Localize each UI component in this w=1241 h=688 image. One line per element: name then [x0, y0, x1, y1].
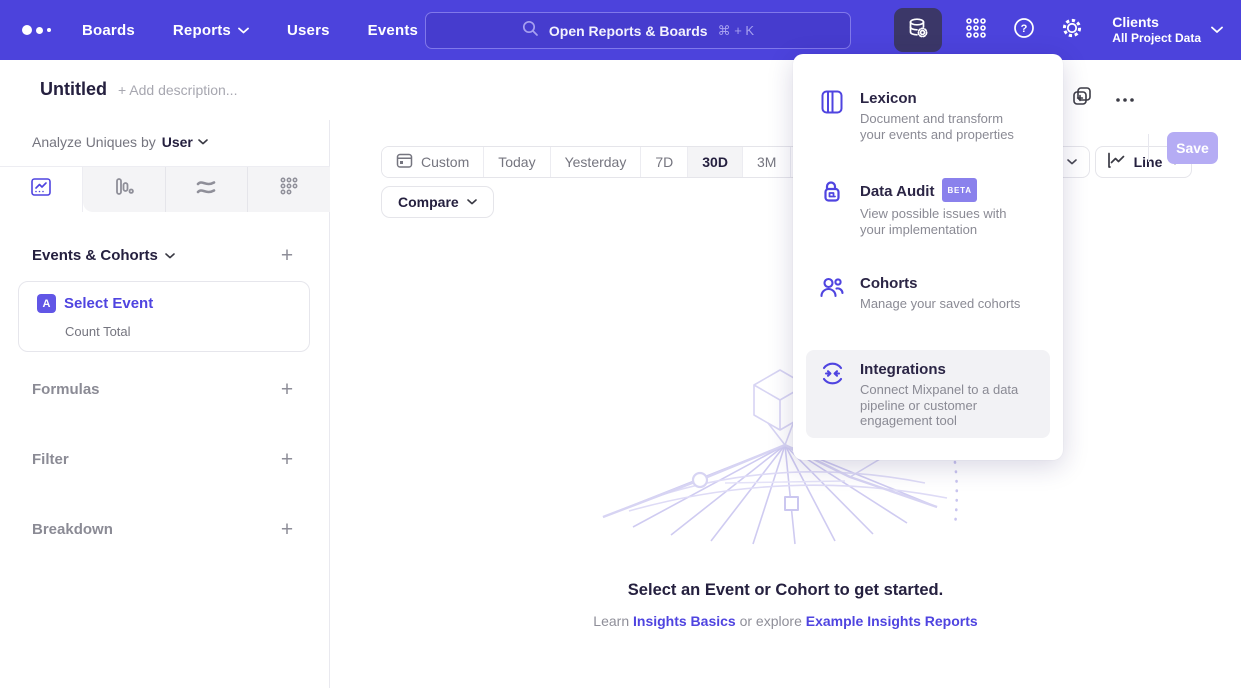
search-shortcut: ⌘ + K	[718, 23, 755, 39]
nav-item-reports[interactable]: Reports	[173, 22, 249, 39]
help-button[interactable]: ?	[1000, 8, 1048, 52]
data-management-menu: Lexicon Document and transform your even…	[793, 54, 1063, 460]
data-management-button[interactable]	[894, 8, 942, 52]
query-sidebar: Analyze Uniques by User	[0, 120, 330, 688]
events-cohorts-header[interactable]: Events & Cohorts	[32, 247, 175, 264]
empty-state-links: Learn Insights Basics or explore Example…	[330, 613, 1241, 629]
menu-item-lexicon[interactable]: Lexicon Document and transform your even…	[806, 79, 1050, 152]
nav-item-users[interactable]: Users	[287, 22, 330, 39]
line-chart-icon	[1107, 152, 1126, 172]
calendar-icon	[396, 152, 413, 172]
org-name: Clients	[1112, 14, 1201, 31]
tab-line-chart[interactable]	[0, 167, 83, 212]
bar-chart-tab-icon	[112, 175, 136, 204]
example-insights-reports-link[interactable]: Example Insights Reports	[806, 613, 978, 629]
global-search-input[interactable]: Open Reports & Boards ⌘ + K	[425, 12, 851, 49]
project-name: All Project Data	[1112, 31, 1201, 46]
duplicate-report-button[interactable]	[1066, 82, 1098, 114]
chevron-down-icon	[1211, 21, 1223, 39]
project-switcher[interactable]: Clients All Project Data	[1112, 14, 1223, 46]
chevron-down-icon	[165, 253, 175, 259]
date-range-today[interactable]: Today	[484, 147, 550, 177]
chevron-down-icon	[467, 199, 477, 205]
search-icon	[522, 20, 539, 42]
date-range-yesterday[interactable]: Yesterday	[551, 147, 642, 177]
beta-badge: BETA	[942, 178, 976, 202]
insights-basics-link[interactable]: Insights Basics	[633, 613, 736, 629]
data-audit-lock-icon	[818, 179, 846, 207]
ellipsis-icon	[1116, 89, 1134, 107]
tab-stacked-chart[interactable]	[166, 167, 249, 212]
more-options-button[interactable]	[1109, 82, 1141, 114]
menu-item-integrations[interactable]: Integrations Connect Mixpanel to a data …	[806, 350, 1050, 438]
copy-plus-icon	[1072, 86, 1092, 111]
date-range-7d[interactable]: 7D	[641, 147, 688, 177]
top-navbar: Boards Reports Users Events Open Reports…	[0, 0, 1241, 60]
gear-icon	[1060, 16, 1084, 45]
event-selector-card[interactable]: A Select Event Count Total	[18, 281, 310, 352]
lexicon-icon	[818, 89, 846, 117]
apps-grid-button[interactable]	[952, 8, 1000, 52]
menu-item-cohorts[interactable]: Cohorts Manage your saved cohorts	[806, 264, 1050, 322]
add-formula-button[interactable]: +	[276, 379, 298, 401]
series-badge: A	[37, 294, 56, 313]
database-gear-icon	[905, 15, 931, 46]
analyze-entity-dropdown[interactable]: User	[162, 134, 208, 150]
chart-type-tabs	[0, 166, 330, 212]
settings-button[interactable]	[1048, 8, 1096, 52]
mixpanel-logo-icon[interactable]	[22, 24, 58, 36]
search-placeholder: Open Reports & Boards	[549, 23, 708, 39]
integrations-sync-icon	[818, 360, 846, 388]
nav-item-boards[interactable]: Boards	[82, 22, 135, 39]
question-circle-icon: ?	[1012, 16, 1036, 45]
tab-bar-chart[interactable]	[83, 167, 166, 212]
date-range-custom[interactable]: Custom	[382, 147, 484, 177]
date-range-control: Custom Today Yesterday 7D 30D 3M 6M	[381, 146, 840, 178]
add-filter-button[interactable]: +	[276, 449, 298, 471]
tab-metric-grid[interactable]	[248, 167, 330, 212]
add-event-button[interactable]: +	[276, 245, 298, 267]
add-description-field[interactable]: + Add description...	[118, 82, 237, 98]
menu-item-data-audit[interactable]: Data AuditBETA View possible issues with…	[806, 169, 1050, 247]
date-range-3m[interactable]: 3M	[743, 147, 791, 177]
mixpanel-insights-app: Boards Reports Users Events Open Reports…	[0, 0, 1241, 688]
grid-dots-icon	[964, 16, 988, 45]
breakdown-label: Breakdown	[32, 521, 113, 538]
cohorts-people-icon	[818, 274, 846, 302]
filter-label: Filter	[32, 451, 69, 468]
formulas-label: Formulas	[32, 381, 100, 398]
line-chart-tab-icon	[29, 175, 53, 204]
compare-dropdown[interactable]: Compare	[381, 186, 494, 218]
report-title[interactable]: Untitled	[40, 79, 107, 100]
date-range-30d[interactable]: 30D	[688, 147, 743, 177]
svg-text:?: ?	[1021, 23, 1028, 35]
save-button[interactable]: Save	[1167, 132, 1218, 164]
chevron-down-icon	[238, 27, 249, 34]
select-event-label[interactable]: Select Event	[64, 295, 153, 312]
empty-state-title: Select an Event or Cohort to get started…	[330, 581, 1241, 600]
nav-item-events[interactable]: Events	[368, 22, 418, 39]
header-divider	[1148, 134, 1149, 162]
metric-grid-tab-icon	[277, 175, 301, 204]
analyze-label: Analyze Uniques by	[32, 134, 156, 150]
analyze-uniques-row: Analyze Uniques by User	[32, 134, 208, 150]
chevron-down-icon	[1067, 159, 1077, 165]
add-breakdown-button[interactable]: +	[276, 519, 298, 541]
stacked-chart-tab-icon	[194, 175, 218, 204]
count-total-dropdown[interactable]: Count Total	[65, 324, 131, 339]
